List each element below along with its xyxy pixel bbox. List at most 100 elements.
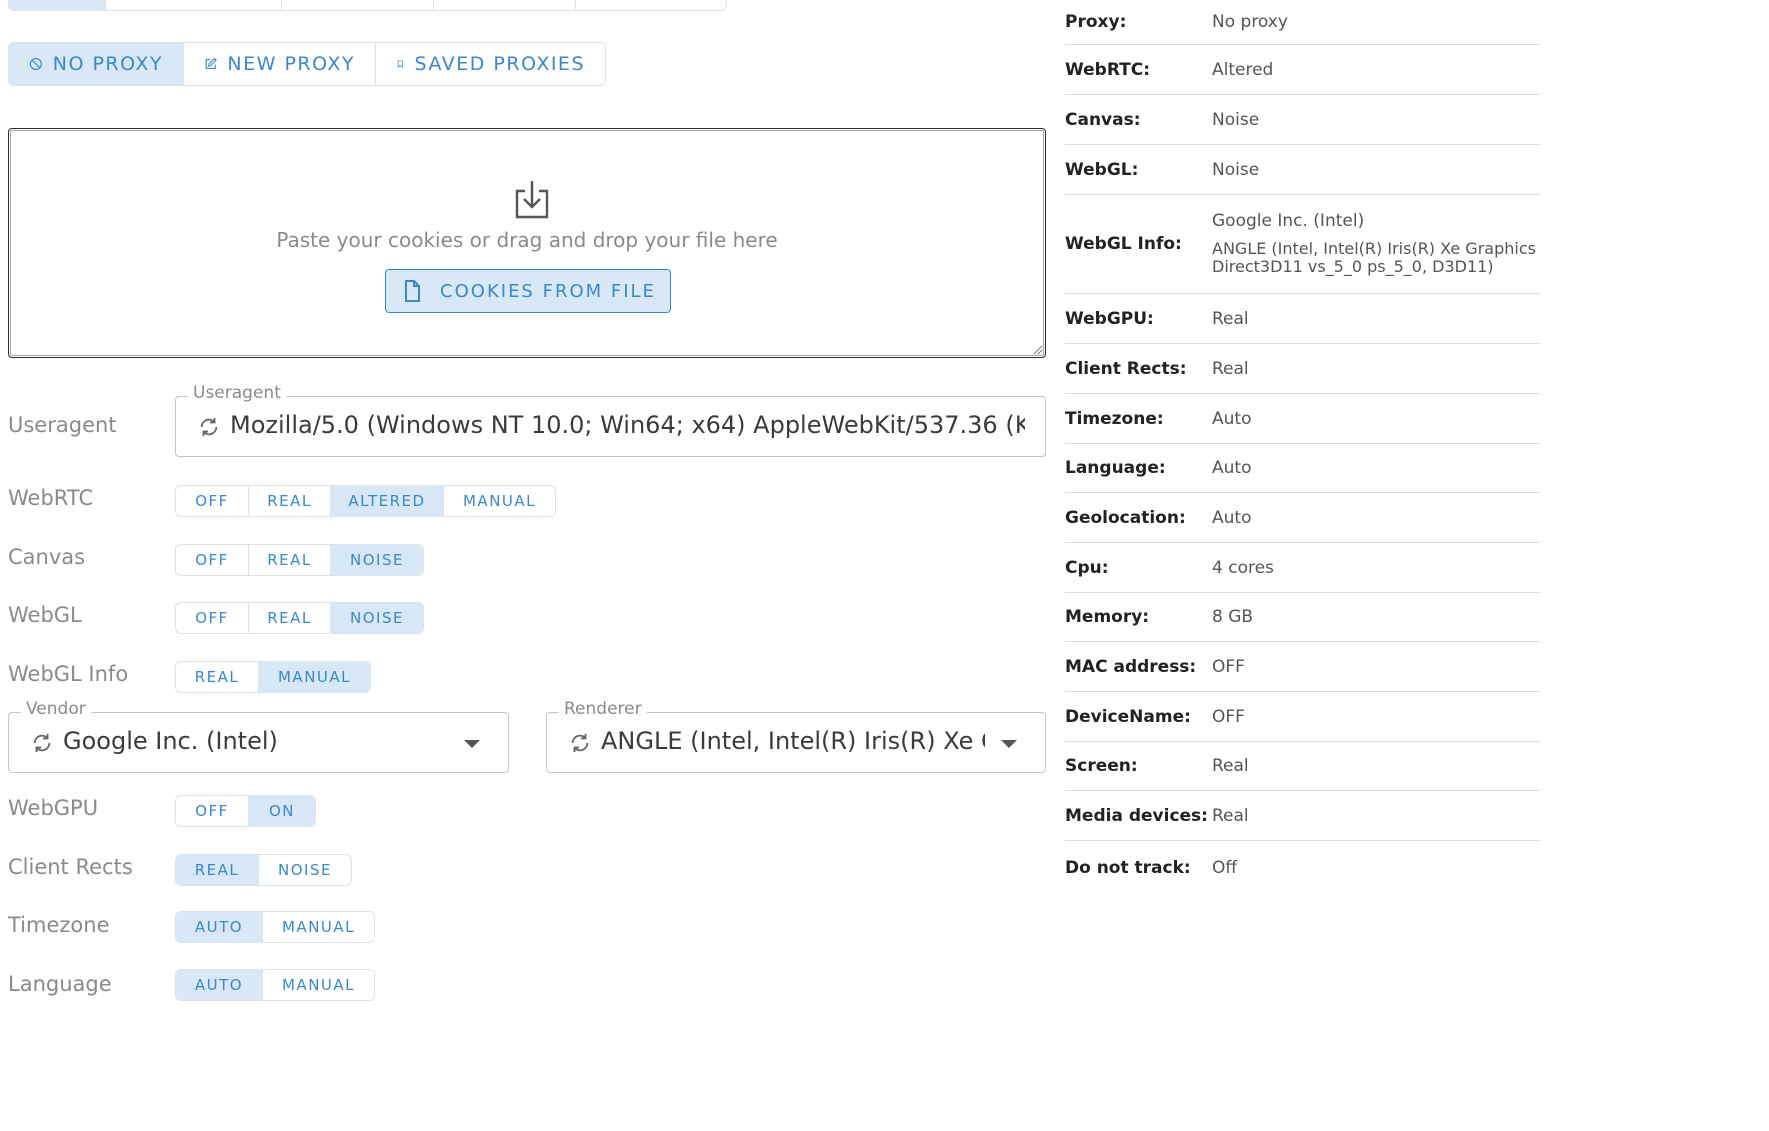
summary-key: DeviceName: <box>1065 706 1191 727</box>
client-rects-real-option[interactable]: REAL <box>176 855 259 885</box>
refresh-icon[interactable] <box>31 732 53 754</box>
webgl-selector: OFF REAL NOISE <box>175 602 424 634</box>
download-icon <box>515 181 549 219</box>
saved-proxies-label: SAVED PROXIES <box>414 53 585 75</box>
edit-icon <box>205 57 217 70</box>
cookies-from-file-button[interactable]: COOKIES FROM FILE <box>385 269 671 313</box>
summary-row-webgl: WebGL: Noise <box>1065 145 1540 195</box>
summary-value: 4 cores <box>1212 557 1274 578</box>
cookies-textarea[interactable]: Paste your cookies or drag and drop your… <box>8 128 1046 358</box>
canvas-noise-option[interactable]: NOISE <box>331 545 423 575</box>
summary-key: Media devices: <box>1065 805 1208 826</box>
summary-value: OFF <box>1212 656 1245 677</box>
webrtc-off-option[interactable]: OFF <box>176 486 249 516</box>
summary-row-language: Language: Auto <box>1065 444 1540 493</box>
resize-grip-icon[interactable] <box>1031 343 1043 355</box>
bookmark-icon <box>397 60 403 68</box>
summary-value: Google Inc. (Intel) ANGLE (Intel, Intel(… <box>1212 212 1540 276</box>
renderer-value: ANGLE (Intel, Intel(R) Iris(R) Xe Graphi… <box>601 727 985 755</box>
timezone-label: Timezone <box>8 913 110 937</box>
language-auto-option[interactable]: AUTO <box>176 970 263 1000</box>
summary-value: Real <box>1212 358 1249 379</box>
chevron-down-icon[interactable] <box>464 740 480 748</box>
summary-key: WebGL Info: <box>1065 234 1182 254</box>
canvas-off-option[interactable]: OFF <box>176 545 249 575</box>
webgl-info-real-option[interactable]: REAL <box>176 662 259 692</box>
useragent-value: Mozilla/5.0 (Windows NT 10.0; Win64; x64… <box>230 411 1025 439</box>
language-manual-option[interactable]: MANUAL <box>263 970 374 1000</box>
proxy-mode-selector: NO PROXY NEW PROXY SAVED PROXIES <box>8 42 606 86</box>
webgpu-off-option[interactable]: OFF <box>176 796 249 826</box>
summary-key: WebGPU: <box>1065 308 1154 329</box>
saved-proxies-tab[interactable]: SAVED PROXIES <box>376 43 605 85</box>
summary-key: Proxy: <box>1065 12 1127 32</box>
summary-row-webgpu: WebGPU: Real <box>1065 294 1540 344</box>
top-tab[interactable] <box>434 0 576 10</box>
summary-row-webgl-info: WebGL Info: Google Inc. (Intel) ANGLE (I… <box>1065 195 1540 294</box>
no-proxy-label: NO PROXY <box>52 53 163 75</box>
summary-row-canvas: Canvas: Noise <box>1065 95 1540 145</box>
renderer-select[interactable]: Renderer ANGLE (Intel, Intel(R) Iris(R) … <box>546 699 1046 773</box>
summary-value: Real <box>1212 308 1249 329</box>
webgl-label: WebGL <box>8 603 82 627</box>
summary-key: Screen: <box>1065 756 1138 776</box>
canvas-label: Canvas <box>8 545 86 569</box>
client-rects-noise-option[interactable]: NOISE <box>259 855 351 885</box>
summary-value: Noise <box>1212 109 1260 130</box>
new-proxy-tab[interactable]: NEW PROXY <box>184 43 376 85</box>
webgpu-selector: OFF ON <box>175 795 316 827</box>
webgl-off-option[interactable]: OFF <box>176 603 249 633</box>
summary-value: OFF <box>1212 706 1245 727</box>
summary-key: WebGL: <box>1065 159 1139 180</box>
summary-value: Real <box>1212 805 1249 826</box>
webrtc-manual-option[interactable]: MANUAL <box>444 486 555 516</box>
timezone-auto-option[interactable]: AUTO <box>176 912 263 942</box>
summary-key: Do not track: <box>1065 858 1191 878</box>
top-tab[interactable] <box>576 0 726 10</box>
chevron-down-icon[interactable] <box>1001 740 1017 748</box>
webrtc-altered-option[interactable]: ALTERED <box>331 486 444 516</box>
language-label: Language <box>8 972 112 996</box>
webgpu-on-option[interactable]: ON <box>249 796 315 826</box>
timezone-manual-option[interactable]: MANUAL <box>263 912 374 942</box>
summary-row-do-not-track: Do not track: Off <box>1065 841 1540 895</box>
summary-row-media-devices: Media devices: Real <box>1065 791 1540 841</box>
webrtc-real-option[interactable]: REAL <box>249 486 331 516</box>
summary-value: Auto <box>1212 507 1252 528</box>
summary-row-screen: Screen: Real <box>1065 742 1540 791</box>
webgl-info-selector: REAL MANUAL <box>175 661 371 693</box>
vendor-legend: Vendor <box>21 699 91 719</box>
summary-value-renderer: ANGLE (Intel, Intel(R) Iris(R) Xe Graphi… <box>1212 239 1536 276</box>
summary-value: Off <box>1212 858 1238 878</box>
summary-value: Auto <box>1212 408 1252 429</box>
useragent-legend: Useragent <box>188 383 286 403</box>
webgpu-label: WebGPU <box>8 796 99 820</box>
cookies-hint: Paste your cookies or drag and drop your… <box>276 228 778 252</box>
renderer-legend: Renderer <box>559 699 647 719</box>
new-proxy-label: NEW PROXY <box>227 53 355 75</box>
summary-row-timezone: Timezone: Auto <box>1065 394 1540 444</box>
refresh-icon[interactable] <box>569 732 591 754</box>
no-proxy-tab[interactable]: NO PROXY <box>9 43 184 85</box>
summary-row-client-rects: Client Rects: Real <box>1065 344 1540 394</box>
top-tab[interactable] <box>9 0 106 10</box>
top-tab[interactable] <box>106 0 282 10</box>
summary-row-mac-address: MAC address: OFF <box>1065 642 1540 692</box>
summary-row-proxy: Proxy: No proxy <box>1065 0 1540 45</box>
top-tab-strip <box>8 0 727 11</box>
profile-summary: Proxy: No proxy WebRTC: Altered Canvas: Noi… <box>1065 0 1540 895</box>
refresh-icon[interactable] <box>198 416 220 438</box>
summary-key: Memory: <box>1065 607 1150 627</box>
useragent-field[interactable]: Useragent Mozilla/5.0 (Windows NT 10.0; … <box>175 383 1046 457</box>
summary-key: WebRTC: <box>1065 59 1151 80</box>
summary-row-memory: Memory: 8 GB <box>1065 593 1540 642</box>
top-tab[interactable] <box>282 0 434 10</box>
webgl-info-manual-option[interactable]: MANUAL <box>259 662 370 692</box>
vendor-select[interactable]: Vendor Google Inc. (Intel) <box>8 699 509 773</box>
canvas-real-option[interactable]: REAL <box>249 545 331 575</box>
summary-key: MAC address: <box>1065 656 1197 677</box>
webgl-noise-option[interactable]: NOISE <box>331 603 423 633</box>
webgl-real-option[interactable]: REAL <box>249 603 331 633</box>
summary-value: Noise <box>1212 159 1260 180</box>
summary-key: Timezone: <box>1065 408 1164 429</box>
